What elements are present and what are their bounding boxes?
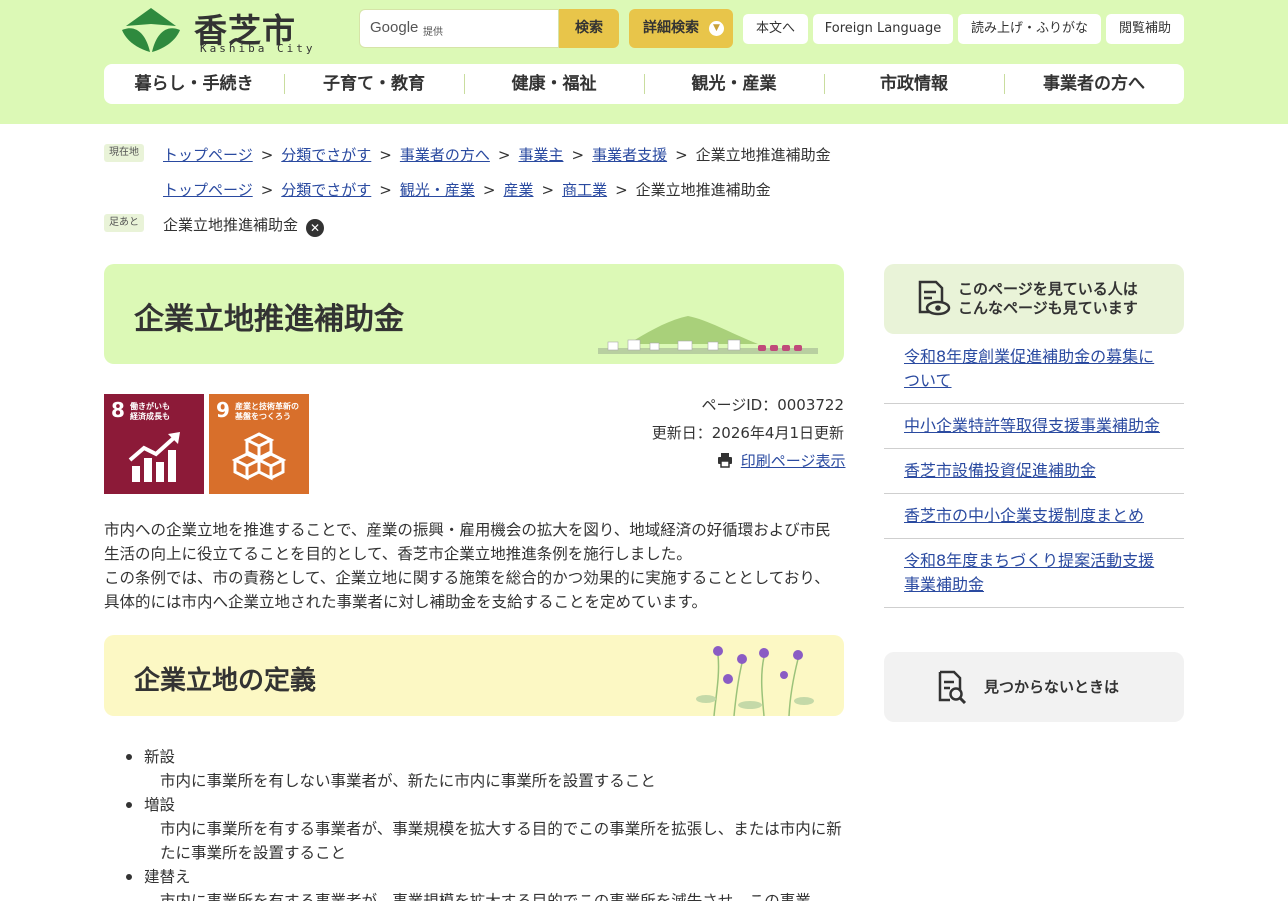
- breadcrumb-link[interactable]: 事業主: [518, 146, 563, 164]
- breadcrumb-current: 企業立地推進補助金: [695, 146, 831, 164]
- foreign-language-button[interactable]: Foreign Language: [813, 14, 953, 44]
- related-link[interactable]: 香芝市の中小企業支援制度まとめ: [904, 506, 1144, 525]
- page-id: ページID：0003722: [701, 396, 844, 414]
- print-link[interactable]: 印刷ページ表示: [717, 450, 845, 471]
- advanced-search-button[interactable]: 詳細検索 ▼: [629, 9, 733, 48]
- nav-item-city-info[interactable]: 市政情報: [824, 64, 1004, 104]
- nav-item-business[interactable]: 事業者の方へ: [1004, 64, 1184, 104]
- related-pages-heading-box: このページを見ている人は こんなページも見ています: [884, 264, 1184, 334]
- sdg-label: 産業と技術革新の 基盤をつくろう: [235, 402, 299, 421]
- read-aloud-button[interactable]: 読み上げ・ふりがな: [958, 14, 1101, 44]
- accessibility-button[interactable]: 閲覧補助: [1106, 14, 1184, 44]
- list-item: 新設 市内に事業所を有しない事業者が、新たに市内に事業所を設置すること: [104, 745, 844, 793]
- nav-item-living[interactable]: 暮らし・手続き: [104, 64, 284, 104]
- breadcrumb-link[interactable]: 商工業: [562, 181, 607, 199]
- document-eye-icon: [918, 280, 951, 316]
- breadcrumb-current: 企業立地推進補助金: [635, 181, 771, 199]
- breadcrumb-link[interactable]: 事業者の方へ: [400, 146, 490, 164]
- advanced-search-label: 詳細検索: [643, 20, 699, 36]
- global-nav: 暮らし・手続き 子育て・教育 健康・福祉 観光・産業 市政情報 事業者の方へ: [104, 64, 1184, 104]
- logo-subtitle: Kashiba City: [200, 42, 316, 55]
- definition-term: 新設: [144, 748, 176, 766]
- growth-chart-icon: [128, 432, 180, 482]
- breadcrumb-link[interactable]: 分類でさがす: [281, 146, 371, 164]
- footprint-tag: 足あと: [104, 214, 144, 232]
- definition-list: 新設 市内に事業所を有しない事業者が、新たに市内に事業所を設置すること 増設 市…: [104, 745, 844, 901]
- google-label: Google: [370, 19, 419, 36]
- cubes-icon: [231, 432, 287, 481]
- updated-date: 更新日：2026年4月1日更新: [651, 424, 844, 442]
- breadcrumb: トップページ > 分類でさがす > 観光・産業 > 産業 > 商工業 > 企業立地推進補助金: [163, 181, 771, 199]
- intro-text: 市内への企業立地を推進することで、産業の振興・雇用機会の拡大を図り、地域経済の好…: [104, 518, 844, 614]
- printer-icon: [718, 453, 732, 468]
- breadcrumb-link[interactable]: 産業: [503, 181, 533, 199]
- not-found-button[interactable]: 見つからないときは: [884, 652, 1184, 722]
- site-header: 香芝市 Kashiba City Google 提供 検索 詳細検索 ▼ 本文へ…: [0, 0, 1288, 124]
- search-input[interactable]: Google 提供: [359, 9, 559, 48]
- page-title: 企業立地推進補助金: [134, 302, 404, 337]
- related-link[interactable]: 香芝市設備投資促進補助金: [904, 461, 1096, 480]
- breadcrumb-link[interactable]: 観光・産業: [400, 181, 475, 199]
- related-pages-list: 令和8年度創業促進補助金の募集について 中小企業特許等取得支援事業補助金 香芝市…: [884, 335, 1184, 608]
- definition-term: 増設: [144, 796, 176, 814]
- list-item: 令和8年度創業促進補助金の募集について: [884, 335, 1184, 404]
- list-item: 香芝市設備投資促進補助金: [884, 449, 1184, 494]
- sdg-number: 9: [216, 398, 230, 422]
- search-provided-label: 提供: [423, 27, 443, 38]
- not-found-label: 見つからないときは: [984, 678, 1120, 696]
- violet-flowers-illustration-icon: [696, 646, 814, 716]
- document-search-icon: [938, 670, 967, 704]
- footprint-item[interactable]: 企業立地推進補助金: [163, 216, 298, 234]
- bullet: [126, 754, 132, 760]
- definition-desc: 市内に事業所を有する事業者が、事業規模を拡大する目的でこの事業所を拡張し、または…: [160, 820, 842, 862]
- nav-item-childcare[interactable]: 子育て・教育: [284, 64, 464, 104]
- section-heading: 企業立地の定義: [134, 666, 317, 696]
- footprint: 企業立地推進補助金 ✕: [163, 214, 325, 237]
- list-item: 中小企業特許等取得支援事業補助金: [884, 404, 1184, 449]
- print-link-label[interactable]: 印刷ページ表示: [741, 452, 846, 470]
- list-item: 増設 市内に事業所を有する事業者が、事業規模を拡大する目的でこの事業所を拡張し、…: [104, 793, 844, 865]
- related-link[interactable]: 令和8年度創業促進補助金の募集について: [904, 347, 1154, 390]
- sdg-number: 8: [111, 398, 125, 422]
- list-item: 令和8年度まちづくり提案活動支援事業補助金: [884, 539, 1184, 608]
- list-item: 建替え 市内に事業所を有する事業者が、事業規模を拡大する目的でこの事業所を滅失さ…: [104, 865, 844, 901]
- close-icon[interactable]: ✕: [306, 219, 325, 237]
- sdg-8-badge: 8 働きがいも 経済成長も: [104, 394, 204, 494]
- breadcrumb: トップページ > 分類でさがす > 事業者の方へ > 事業主 > 事業者支援 > 企業立地推進補助金: [163, 146, 831, 164]
- nav-item-tourism[interactable]: 観光・産業: [644, 64, 824, 104]
- related-link[interactable]: 令和8年度まちづくり提案活動支援事業補助金: [904, 551, 1154, 594]
- list-item: 香芝市の中小企業支援制度まとめ: [884, 494, 1184, 539]
- breadcrumb-link[interactable]: トップページ: [163, 181, 253, 199]
- intro-paragraph: この条例では、市の責務として、企業立地に関する施策を総合的かつ効果的に実施するこ…: [104, 569, 830, 611]
- sdg-label: 働きがいも 経済成長も: [130, 402, 170, 421]
- breadcrumb-link[interactable]: 事業者支援: [592, 146, 667, 164]
- sdg-9-badge: 9 産業と技術革新の 基盤をつくろう: [209, 394, 309, 494]
- chevron-down-icon: ▼: [709, 21, 724, 36]
- section-heading-box: 企業立地の定義: [104, 635, 844, 716]
- related-pages-heading: このページを見ている人は こんなページも見ています: [958, 280, 1138, 317]
- page-title-box: 企業立地推進補助金: [104, 264, 844, 364]
- bullet: [126, 802, 132, 808]
- search-button[interactable]: 検索: [559, 9, 619, 48]
- breadcrumb-link[interactable]: 分類でさがす: [281, 181, 371, 199]
- townscape-illustration-icon: [598, 316, 818, 354]
- breadcrumb-link[interactable]: トップページ: [163, 146, 253, 164]
- current-location-tag: 現在地: [104, 144, 144, 162]
- site-logo[interactable]: 香芝市 Kashiba City: [116, 4, 316, 56]
- definition-term: 建替え: [144, 868, 191, 886]
- related-link[interactable]: 中小企業特許等取得支援事業補助金: [904, 416, 1160, 435]
- intro-paragraph: 市内への企業立地を推進することで、産業の振興・雇用機会の拡大を図り、地域経済の好…: [104, 521, 831, 563]
- bullet: [126, 874, 132, 880]
- city-emblem-icon: [122, 8, 180, 52]
- skip-to-content-button[interactable]: 本文へ: [743, 14, 808, 44]
- nav-item-health[interactable]: 健康・福祉: [464, 64, 644, 104]
- definition-desc: 市内に事業所を有しない事業者が、新たに市内に事業所を設置すること: [160, 772, 656, 790]
- definition-desc: 市内に事業所を有する事業者が、事業規模を拡大する目的でこの事業所を滅失させ、この…: [160, 892, 811, 901]
